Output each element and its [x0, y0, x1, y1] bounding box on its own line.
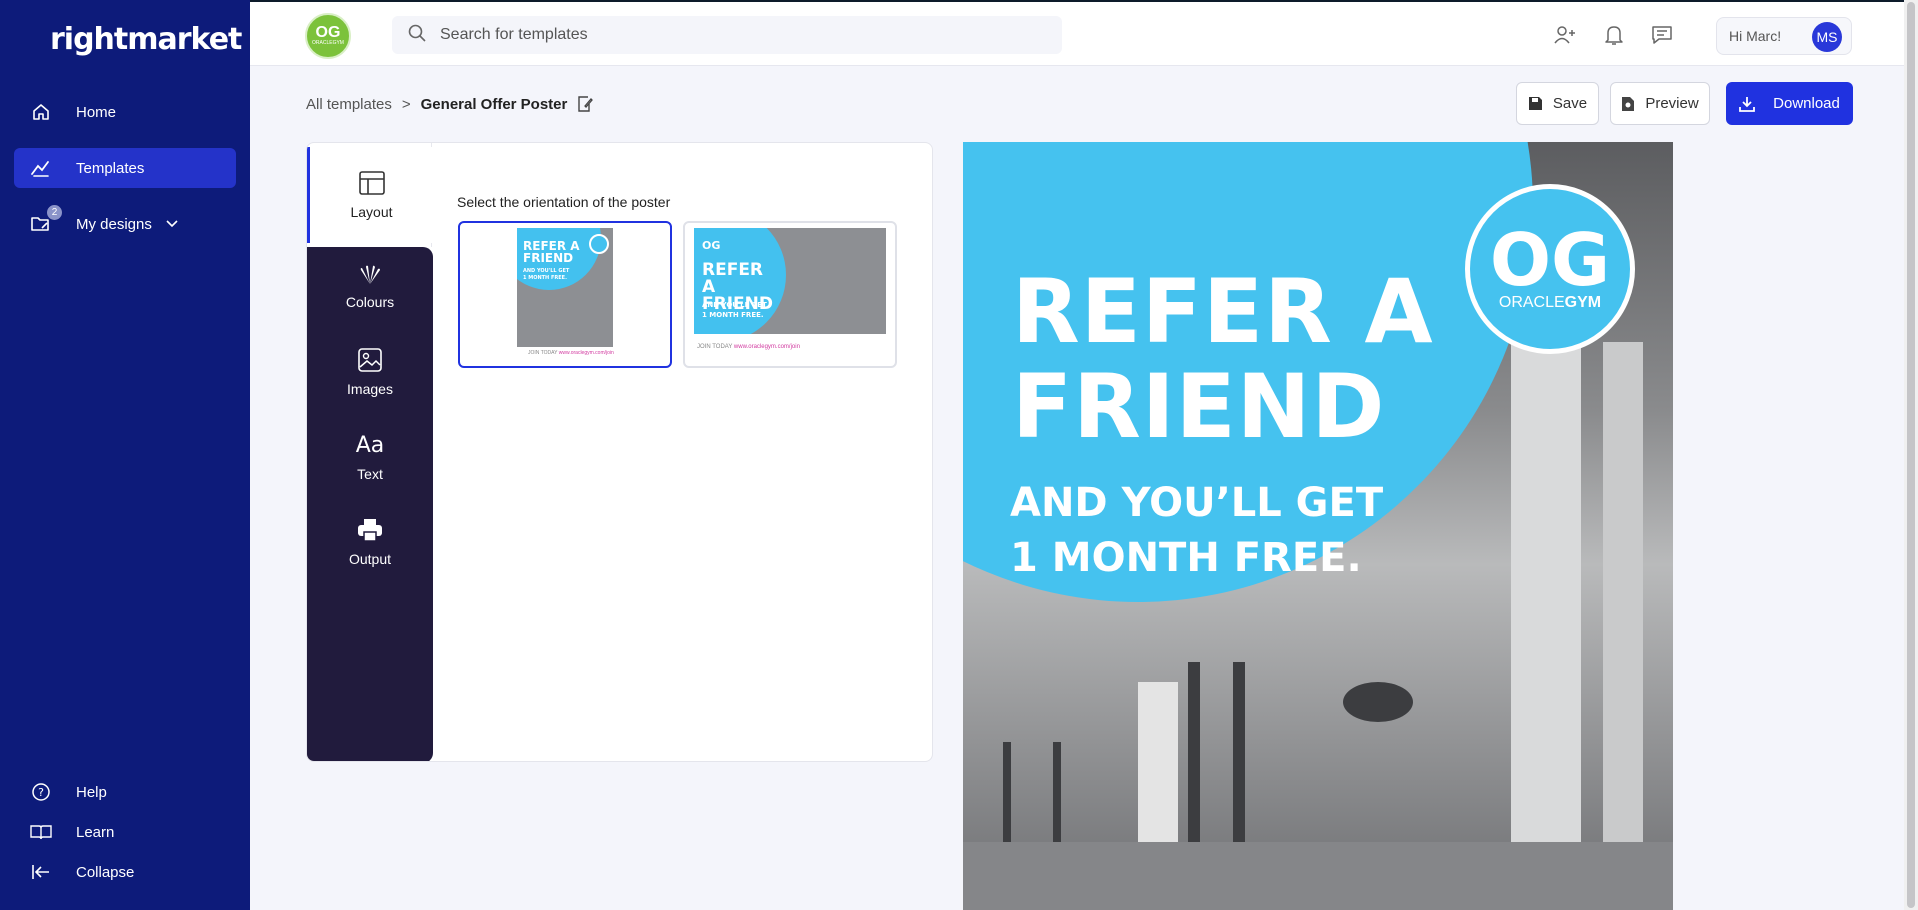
thumb-footer: JOIN TODAY www.oraclegym.com/join — [697, 344, 800, 350]
bell-icon[interactable] — [1602, 23, 1626, 47]
search-input[interactable] — [440, 26, 1040, 44]
tool-images[interactable]: Images — [307, 332, 433, 412]
top-header: OG ORACLEGYM Hi Marc! MS — [250, 0, 1918, 66]
scrollbar-thumb[interactable] — [1907, 2, 1915, 908]
preview-icon — [1621, 96, 1635, 112]
search-bar[interactable] — [392, 16, 1062, 54]
oraclegym-logo[interactable]: OG ORACLEGYM — [1465, 184, 1635, 354]
orientation-option-landscape[interactable]: REFER A FRIEND AND YOU'LL GET 1 MONTH FR… — [683, 221, 897, 368]
poster-headline[interactable]: REFER A FRIEND — [1012, 264, 1434, 454]
page-title: General Offer Poster — [420, 95, 568, 113]
sidebar-item-label: Help — [76, 783, 107, 801]
collapse-icon — [30, 861, 52, 883]
orientation-option-portrait[interactable]: REFER A FRIEND AND YOU'LL GET 1 MONTH FR… — [458, 221, 672, 368]
thumb-og-badge — [589, 234, 609, 254]
chevron-down-icon[interactable] — [166, 220, 178, 228]
text-icon: Aa — [355, 432, 385, 458]
download-button[interactable]: Download — [1726, 82, 1853, 125]
sidebar-item-learn[interactable]: Learn — [14, 812, 236, 852]
home-icon — [30, 101, 52, 123]
tool-layout[interactable]: Layout — [307, 147, 433, 243]
sidebar-item-collapse[interactable]: Collapse — [14, 852, 236, 892]
save-button[interactable]: Save — [1516, 82, 1599, 125]
help-icon: ? — [30, 781, 52, 803]
layout-icon — [358, 170, 386, 196]
greeting-text: Hi Marc! — [1729, 28, 1782, 44]
sidebar-item-home[interactable]: Home — [14, 92, 236, 132]
poster-subheadline[interactable]: AND YOU’LL GET 1 MONTH FREE. — [1010, 476, 1383, 586]
notification-badge: 2 — [47, 205, 62, 220]
breadcrumb: All templates > General Offer Poster — [306, 95, 594, 113]
thumb-footer: JOIN TODAY www.oraclegym.com/join — [528, 350, 614, 356]
templates-icon — [30, 157, 52, 179]
tool-rail: Colours Images Aa Text Output — [307, 247, 433, 761]
sidebar-item-help[interactable]: ? Help — [14, 772, 236, 812]
save-icon — [1528, 96, 1543, 111]
download-icon — [1739, 96, 1756, 112]
app-logo[interactable]: rightmarket — [50, 22, 242, 57]
poster-canvas[interactable]: REFER A FRIEND AND YOU’LL GET 1 MONTH FR… — [963, 142, 1673, 910]
chat-icon[interactable] — [1650, 23, 1674, 47]
page-scrollbar[interactable] — [1904, 0, 1918, 910]
sidebar-item-label: Collapse — [76, 863, 135, 881]
editor-panel: Layout Colours Images Aa Text Output Sel… — [306, 142, 933, 762]
tool-colours[interactable]: Colours — [307, 247, 433, 327]
sidebar-item-label: My designs — [76, 215, 152, 233]
breadcrumb-separator: > — [401, 95, 411, 113]
sidebar-item-label: Home — [76, 103, 117, 121]
sidebar-item-templates[interactable]: Templates — [14, 148, 236, 188]
breadcrumb-all-templates[interactable]: All templates — [306, 96, 392, 113]
thumb-headline: REFER A FRIEND — [523, 239, 580, 265]
orientation-title: Select the orientation of the poster — [457, 194, 671, 210]
user-menu[interactable]: Hi Marc! MS — [1716, 17, 1852, 55]
brand-logo[interactable]: OG ORACLEGYM — [305, 13, 351, 59]
svg-text:?: ? — [38, 786, 44, 799]
image-icon — [357, 347, 383, 373]
thumb-og-logo: OG — [702, 239, 721, 252]
tool-text[interactable]: Aa Text — [307, 417, 433, 497]
sidebar-item-label: Templates — [76, 159, 145, 177]
printer-icon — [356, 517, 384, 543]
portrait-thumbnail: REFER A FRIEND AND YOU'LL GET 1 MONTH FR… — [517, 228, 613, 347]
sidebar-item-label: Learn — [76, 823, 115, 841]
landscape-thumbnail: REFER A FRIEND AND YOU'LL GET 1 MONTH FR… — [694, 228, 886, 334]
folder-edit-icon: 2 — [30, 205, 62, 235]
book-icon — [30, 821, 52, 843]
add-user-icon[interactable] — [1553, 23, 1577, 47]
search-icon — [408, 24, 426, 47]
preview-button[interactable]: Preview — [1610, 82, 1710, 125]
thumb-sub2: 1 MONTH FREE. — [702, 311, 764, 319]
sidebar-item-my-designs[interactable]: 2 My designs — [14, 204, 236, 244]
rename-icon[interactable] — [577, 95, 594, 113]
thumb-sub2: 1 MONTH FREE. — [523, 275, 567, 281]
sidebar: rightmarket Home Templates 2 My designs … — [0, 0, 250, 910]
palette-icon — [356, 264, 384, 286]
avatar[interactable]: MS — [1812, 22, 1842, 52]
tool-output[interactable]: Output — [307, 502, 433, 582]
thumb-sub1: AND YOU'LL GET — [523, 268, 570, 274]
thumb-sub1: AND YOU'LL GET — [702, 301, 767, 309]
